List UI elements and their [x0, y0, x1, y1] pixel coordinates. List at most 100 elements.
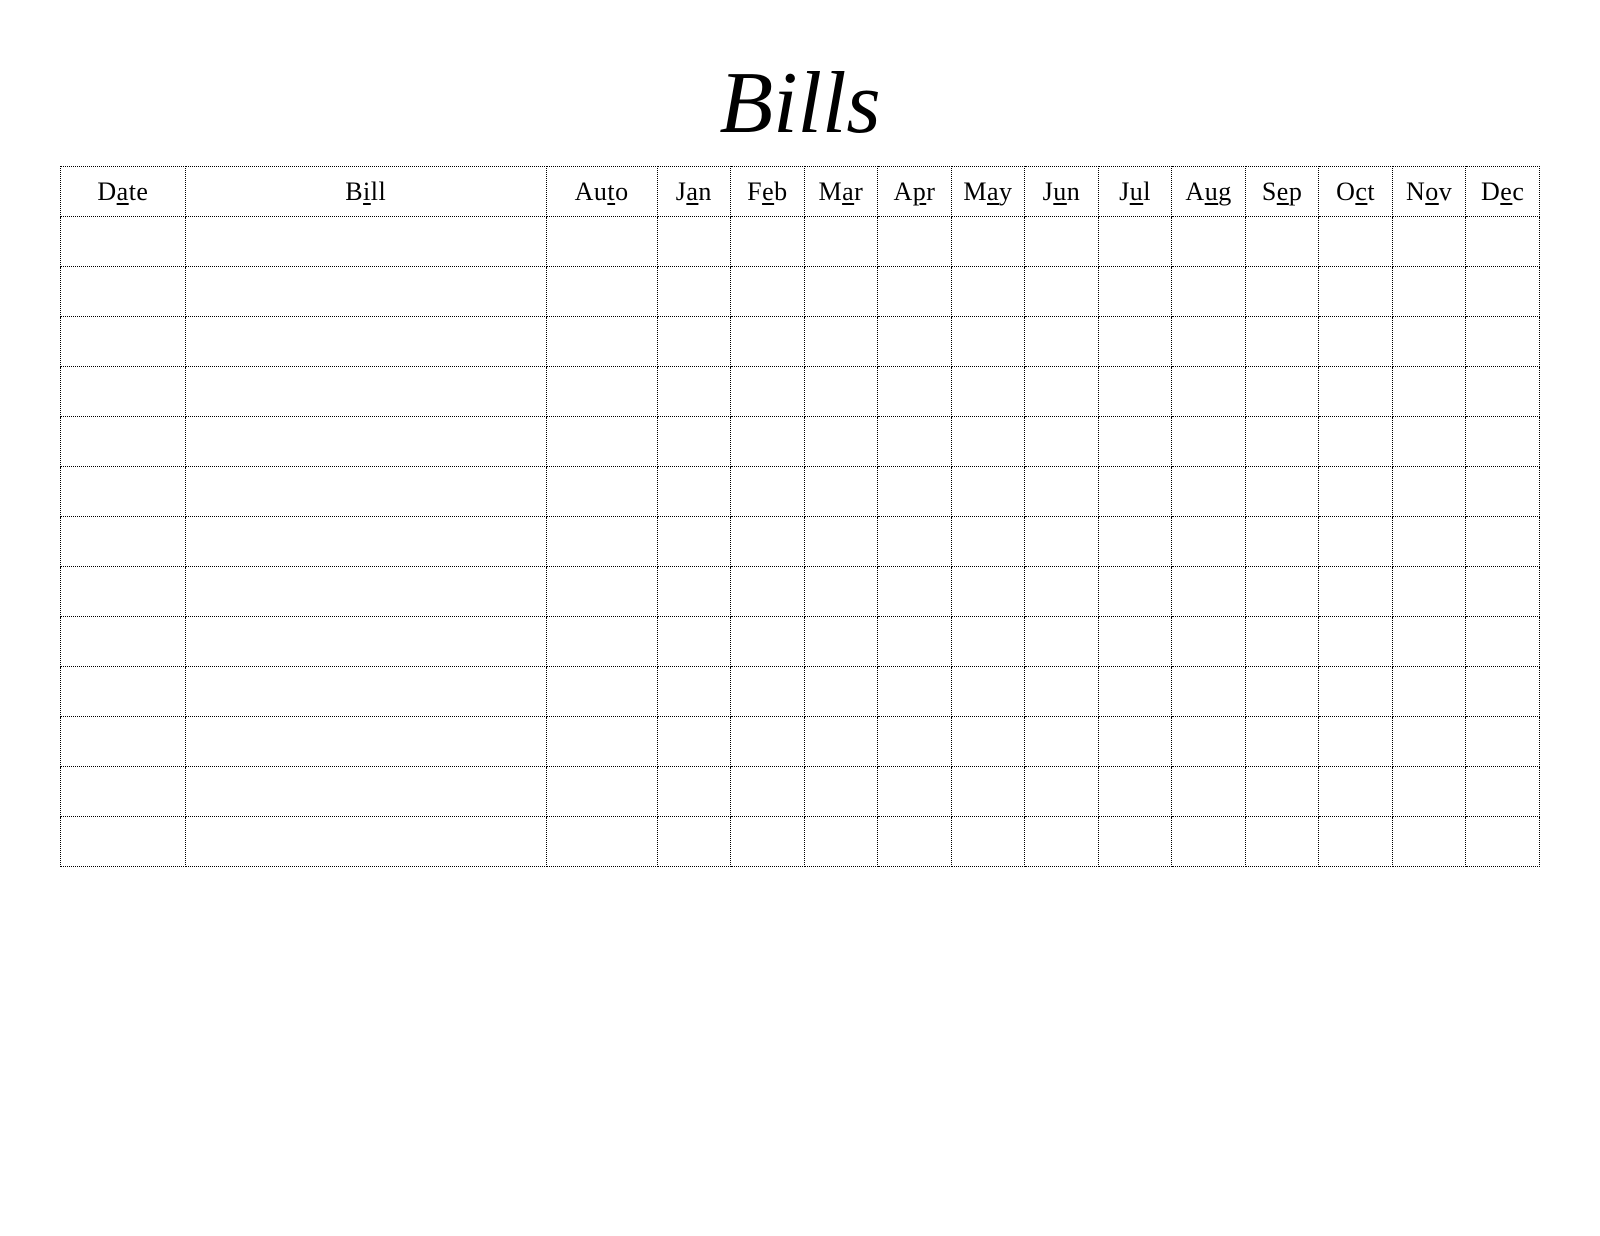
cell[interactable] [804, 367, 878, 417]
cell[interactable] [1025, 467, 1099, 517]
cell[interactable] [546, 667, 657, 717]
cell[interactable] [1098, 217, 1172, 267]
cell[interactable] [731, 367, 805, 417]
cell[interactable] [1172, 467, 1246, 517]
cell[interactable] [804, 467, 878, 517]
cell[interactable] [1466, 767, 1540, 817]
cell[interactable] [185, 467, 546, 517]
cell[interactable] [1098, 267, 1172, 317]
cell[interactable] [1098, 317, 1172, 367]
cell[interactable] [61, 567, 186, 617]
cell[interactable] [1319, 467, 1393, 517]
cell[interactable] [546, 467, 657, 517]
cell[interactable] [1245, 567, 1319, 617]
cell[interactable] [657, 667, 731, 717]
cell[interactable] [1392, 717, 1466, 767]
cell[interactable] [1098, 467, 1172, 517]
cell[interactable] [878, 317, 952, 367]
cell[interactable] [804, 817, 878, 867]
cell[interactable] [61, 417, 186, 467]
cell[interactable] [1245, 467, 1319, 517]
cell[interactable] [1466, 617, 1540, 667]
cell[interactable] [1172, 717, 1246, 767]
cell[interactable] [951, 467, 1025, 517]
cell[interactable] [1392, 567, 1466, 617]
cell[interactable] [657, 467, 731, 517]
cell[interactable] [546, 717, 657, 767]
cell[interactable] [951, 717, 1025, 767]
cell[interactable] [185, 367, 546, 417]
cell[interactable] [1025, 267, 1099, 317]
cell[interactable] [1392, 617, 1466, 667]
cell[interactable] [1025, 617, 1099, 667]
cell[interactable] [1245, 767, 1319, 817]
cell[interactable] [804, 767, 878, 817]
cell[interactable] [1466, 467, 1540, 517]
cell[interactable] [657, 267, 731, 317]
cell[interactable] [657, 767, 731, 817]
cell[interactable] [878, 767, 952, 817]
cell[interactable] [951, 267, 1025, 317]
cell[interactable] [546, 367, 657, 417]
cell[interactable] [1392, 367, 1466, 417]
cell[interactable] [546, 417, 657, 467]
cell[interactable] [546, 517, 657, 567]
cell[interactable] [951, 767, 1025, 817]
cell[interactable] [731, 567, 805, 617]
cell[interactable] [1392, 667, 1466, 717]
cell[interactable] [1466, 567, 1540, 617]
cell[interactable] [804, 717, 878, 767]
cell[interactable] [546, 317, 657, 367]
cell[interactable] [1319, 317, 1393, 367]
cell[interactable] [1392, 467, 1466, 517]
cell[interactable] [1466, 367, 1540, 417]
cell[interactable] [1172, 617, 1246, 667]
cell[interactable] [1245, 217, 1319, 267]
cell[interactable] [878, 517, 952, 567]
cell[interactable] [731, 467, 805, 517]
cell[interactable] [1098, 717, 1172, 767]
cell[interactable] [731, 217, 805, 267]
cell[interactable] [61, 617, 186, 667]
cell[interactable] [1466, 217, 1540, 267]
cell[interactable] [185, 567, 546, 617]
cell[interactable] [1319, 667, 1393, 717]
cell[interactable] [1319, 767, 1393, 817]
cell[interactable] [546, 267, 657, 317]
cell[interactable] [951, 567, 1025, 617]
cell[interactable] [61, 767, 186, 817]
cell[interactable] [1392, 217, 1466, 267]
cell[interactable] [1245, 817, 1319, 867]
cell[interactable] [546, 217, 657, 267]
cell[interactable] [1172, 367, 1246, 417]
cell[interactable] [1466, 317, 1540, 367]
cell[interactable] [731, 817, 805, 867]
cell[interactable] [878, 417, 952, 467]
cell[interactable] [1466, 517, 1540, 567]
cell[interactable] [878, 217, 952, 267]
cell[interactable] [61, 267, 186, 317]
cell[interactable] [1025, 417, 1099, 467]
cell[interactable] [731, 717, 805, 767]
cell[interactable] [657, 517, 731, 567]
cell[interactable] [1098, 817, 1172, 867]
cell[interactable] [185, 417, 546, 467]
cell[interactable] [951, 417, 1025, 467]
cell[interactable] [1245, 667, 1319, 717]
cell[interactable] [1025, 767, 1099, 817]
cell[interactable] [61, 367, 186, 417]
cell[interactable] [1319, 217, 1393, 267]
cell[interactable] [1319, 267, 1393, 317]
cell[interactable] [657, 717, 731, 767]
cell[interactable] [1025, 717, 1099, 767]
cell[interactable] [185, 717, 546, 767]
cell[interactable] [804, 567, 878, 617]
cell[interactable] [1245, 417, 1319, 467]
cell[interactable] [731, 417, 805, 467]
cell[interactable] [1466, 667, 1540, 717]
cell[interactable] [1466, 717, 1540, 767]
cell[interactable] [951, 817, 1025, 867]
cell[interactable] [1172, 567, 1246, 617]
cell[interactable] [546, 767, 657, 817]
cell[interactable] [546, 817, 657, 867]
